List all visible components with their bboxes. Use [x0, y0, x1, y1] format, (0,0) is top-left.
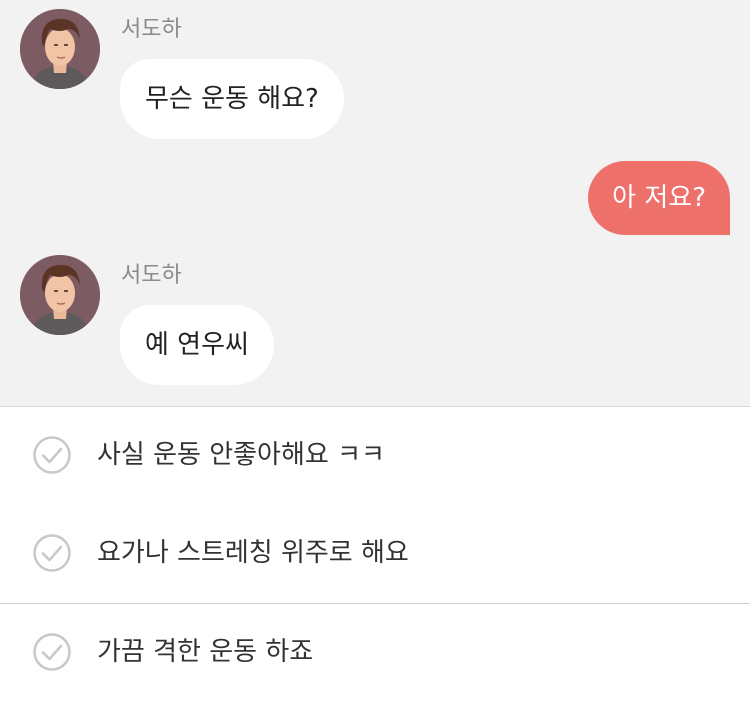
- choice-label: 가끔 격한 운동 하죠: [97, 637, 314, 667]
- choice-option[interactable]: 사실 운동 안좋아해요 ㅋㅋ: [0, 407, 750, 506]
- choice-option[interactable]: 요가나 스트레칭 위주로 해요: [0, 505, 750, 604]
- incoming-bubble: 예 연우씨: [120, 305, 274, 385]
- avatar[interactable]: [20, 255, 100, 335]
- avatar-portrait-icon: [20, 255, 100, 335]
- avatar-portrait-icon: [20, 9, 100, 89]
- incoming-bubble: 무슨 운동 해요?: [120, 59, 344, 139]
- choice-label: 요가나 스트레칭 위주로 해요: [97, 538, 409, 568]
- choice-label: 사실 운동 안좋아해요 ㅋㅋ: [97, 440, 385, 470]
- choice-option[interactable]: 가끔 격한 운동 하죠: [0, 604, 750, 702]
- chat-area: 서도하 무슨 운동 해요? 아 저요? 서도하 예 연우씨: [0, 0, 750, 406]
- sender-name: 서도하: [121, 17, 182, 42]
- check-circle-icon: [33, 534, 71, 572]
- check-circle-icon: [33, 436, 71, 474]
- reply-choices: 사실 운동 안좋아해요 ㅋㅋ 요가나 스트레칭 위주로 해요 가끔 격한 운동 …: [0, 406, 750, 702]
- sender-name: 서도하: [121, 263, 182, 288]
- avatar[interactable]: [20, 9, 100, 89]
- outgoing-bubble: 아 저요?: [588, 161, 730, 235]
- check-circle-icon: [33, 633, 71, 671]
